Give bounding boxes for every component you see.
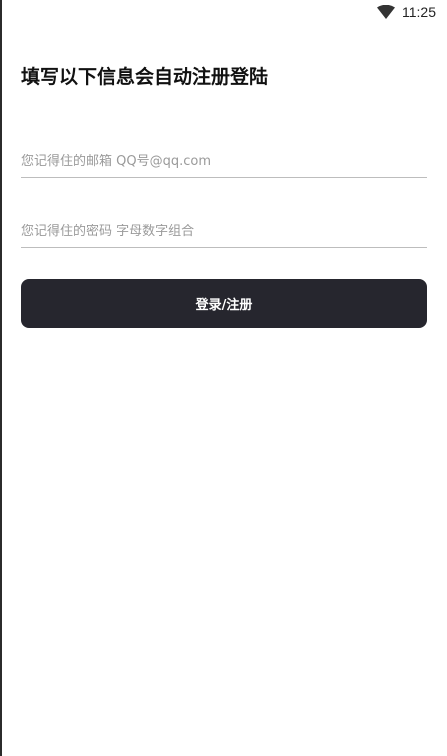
password-field[interactable] — [21, 207, 427, 248]
email-input[interactable] — [21, 154, 427, 169]
password-input[interactable] — [21, 224, 427, 239]
page-title: 填写以下信息会自动注册登陆 — [21, 66, 269, 88]
status-bar: 11:25 — [0, 0, 447, 24]
wifi-icon — [377, 5, 395, 19]
screen-edge — [0, 0, 2, 756]
login-register-button[interactable]: 登录/注册 — [21, 279, 427, 328]
email-field[interactable] — [21, 137, 427, 178]
status-time: 11:25 — [402, 4, 436, 20]
